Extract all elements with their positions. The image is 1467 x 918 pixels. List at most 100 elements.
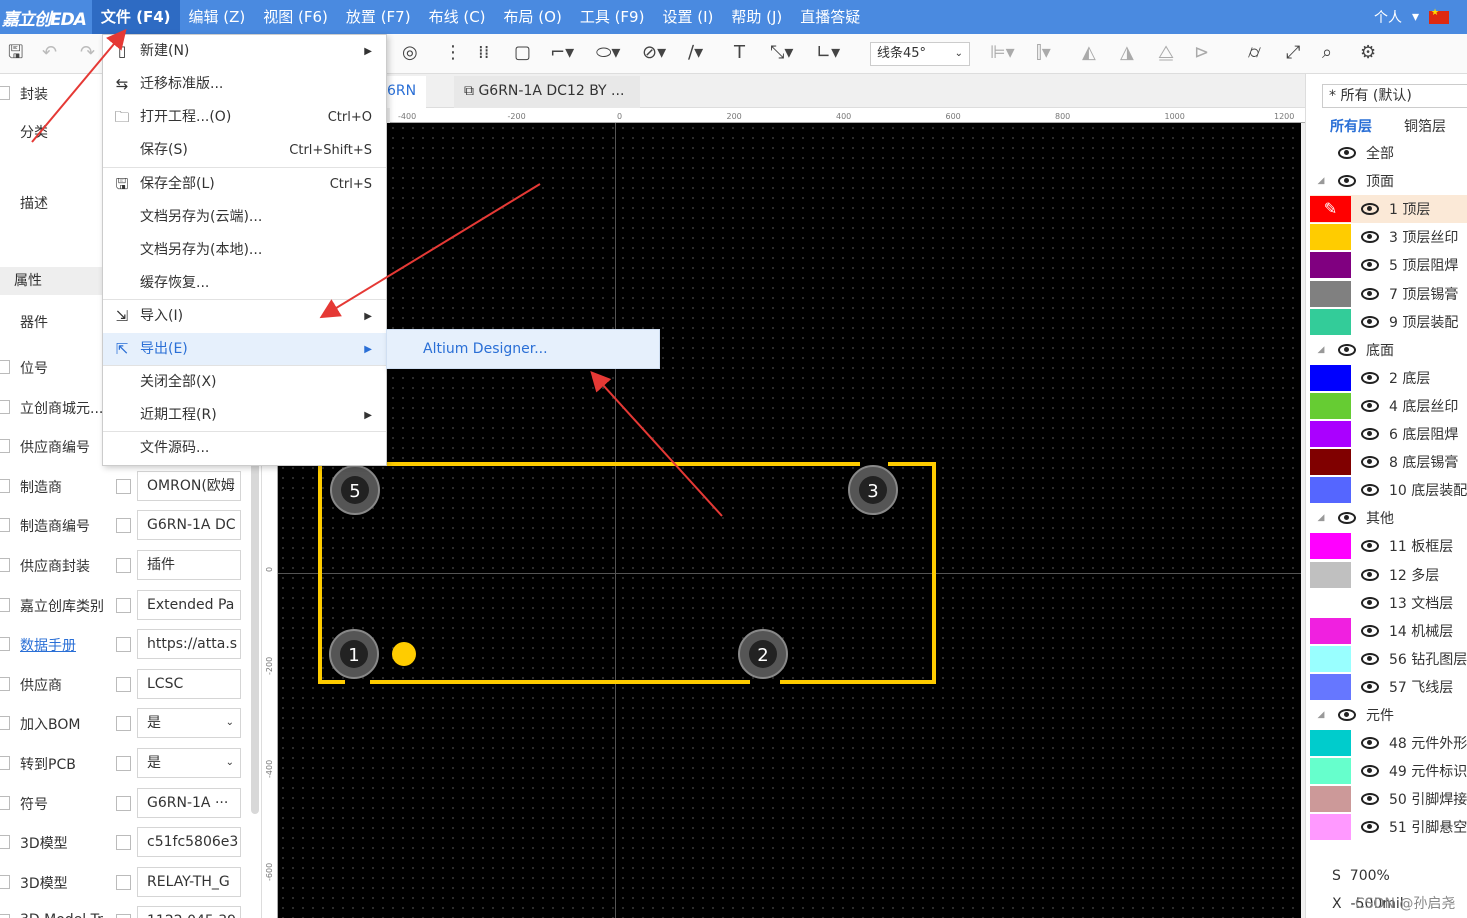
pad[interactable]: 1 <box>329 629 379 679</box>
layer-row[interactable]: 6 底层阻焊 <box>1310 420 1467 448</box>
collapse-triangle-icon[interactable]: ◢ <box>1310 176 1332 186</box>
layer-color-swatch[interactable] <box>1310 673 1351 700</box>
layer-color-swatch[interactable] <box>1310 224 1351 251</box>
tab-copper-layers[interactable]: 铜箔层 <box>1404 116 1446 136</box>
file-menu-item[interactable]: 🖫 保存全部(L) Ctrl+S <box>103 168 386 201</box>
eye-icon[interactable] <box>1361 231 1379 244</box>
layer-group[interactable]: ◢ 元件 <box>1310 701 1467 729</box>
eye-icon[interactable] <box>1361 596 1379 609</box>
layer-color-swatch[interactable] <box>1310 758 1351 785</box>
file-menu-item[interactable]: 文件源码... <box>103 432 386 465</box>
layer-color-swatch[interactable]: ✎ <box>1310 196 1351 223</box>
layer-color-swatch[interactable] <box>1310 421 1351 447</box>
eye-icon[interactable] <box>1361 624 1379 637</box>
layer-row[interactable]: 7 顶层锡膏 <box>1310 280 1467 308</box>
eye-icon[interactable] <box>1361 793 1379 806</box>
layer-color-swatch[interactable] <box>1310 533 1351 560</box>
layer-color-swatch[interactable] <box>1310 561 1351 588</box>
file-menu-item[interactable]: 文档另存为(本地)... <box>103 234 386 267</box>
layer-color-swatch[interactable] <box>1310 645 1351 672</box>
file-menu-item[interactable]: 近期工程(R) ▶ <box>103 399 386 432</box>
pad[interactable]: 3 <box>848 465 898 515</box>
layer-color-swatch[interactable] <box>1310 617 1351 644</box>
file-menu-item[interactable]: ⇱ 导出(E) ▶ <box>103 333 386 366</box>
eye-icon[interactable] <box>1361 203 1379 216</box>
ruler-tick-label: -400 <box>398 112 416 121</box>
layer-row[interactable]: 51 引脚悬空 <box>1310 813 1467 841</box>
ruler-tick-label: -200 <box>265 657 274 675</box>
layer-row[interactable]: 5 顶层阻焊 <box>1310 251 1467 279</box>
layer-color-swatch[interactable] <box>1310 252 1351 279</box>
layer-row[interactable]: 4 底层丝印 <box>1310 392 1467 420</box>
export-altium-item[interactable]: Altium Designer... <box>423 341 548 357</box>
file-menu-item[interactable]: ▯ 新建(N) ▶ <box>103 35 386 68</box>
eye-icon[interactable] <box>1361 399 1379 412</box>
layer-group[interactable]: ◢ 顶面 <box>1310 167 1467 195</box>
layer-row[interactable]: 14 机械层 <box>1310 617 1467 645</box>
ruler-tick-label: 200 <box>727 112 742 121</box>
file-menu-item[interactable]: ⇆ 迁移标准版... <box>103 68 386 101</box>
layer-color-swatch[interactable] <box>1310 730 1351 757</box>
file-menu-item[interactable]: 缓存恢复... <box>103 267 386 300</box>
layer-color-swatch[interactable] <box>1310 477 1351 504</box>
layer-color-swatch[interactable] <box>1310 392 1351 419</box>
layer-row[interactable]: 57 飞线层 <box>1310 673 1467 701</box>
layer-row[interactable]: 48 元件外形 <box>1310 729 1467 757</box>
collapse-triangle-icon[interactable]: ◢ <box>1310 710 1332 720</box>
layer-row[interactable]: 3 顶层丝印 <box>1310 223 1467 251</box>
layer-row[interactable]: ✎ 1 顶层 <box>1310 195 1467 224</box>
layer-name: 57 飞线层 <box>1389 679 1454 696</box>
layer-row[interactable]: 13 文档层 <box>1310 589 1467 617</box>
layer-color-swatch[interactable] <box>1310 786 1351 813</box>
layer-color-swatch[interactable] <box>1310 308 1351 335</box>
layer-color-swatch[interactable] <box>1310 814 1351 841</box>
scale-readout: S 700% <box>1332 868 1390 884</box>
layer-row[interactable]: 49 元件标识 <box>1310 757 1467 785</box>
layer-row[interactable]: 8 底层锡膏 <box>1310 448 1467 476</box>
layer-color-swatch[interactable] <box>1310 449 1351 476</box>
eye-icon[interactable] <box>1361 315 1379 328</box>
eye-icon[interactable] <box>1361 259 1379 272</box>
file-menu-item[interactable]: 保存(S) Ctrl+Shift+S <box>103 134 386 167</box>
eye-icon[interactable] <box>1361 680 1379 693</box>
eye-icon[interactable] <box>1361 287 1379 300</box>
layer-color-swatch[interactable] <box>1310 589 1351 616</box>
eye-icon[interactable] <box>1361 428 1379 440</box>
layer-row[interactable]: 9 顶层装配 <box>1310 308 1467 336</box>
collapse-triangle-icon[interactable]: ◢ <box>1310 345 1332 355</box>
tab-all-layers[interactable]: 所有层 <box>1330 116 1372 136</box>
eye-icon[interactable] <box>1361 371 1379 384</box>
layer-color-swatch[interactable] <box>1310 364 1351 391</box>
eye-icon[interactable] <box>1361 484 1379 497</box>
layer-color-swatch[interactable] <box>1310 280 1351 307</box>
eye-icon[interactable] <box>1361 456 1379 469</box>
file-menu-item[interactable]: 🗀 打开工程...(O) Ctrl+O <box>103 101 386 134</box>
eye-icon[interactable] <box>1338 175 1356 188</box>
layer-group[interactable]: ◢ 底面 <box>1310 336 1467 364</box>
collapse-triangle-icon[interactable]: ◢ <box>1310 513 1332 523</box>
file-menu-item[interactable]: ⇲ 导入(I) ▶ <box>103 300 386 333</box>
pad[interactable]: 2 <box>738 629 788 679</box>
eye-icon[interactable] <box>1361 737 1379 750</box>
eye-icon[interactable] <box>1361 821 1379 834</box>
layer-row[interactable]: 56 钻孔图层 <box>1310 645 1467 673</box>
eye-icon[interactable] <box>1338 343 1356 356</box>
layer-row[interactable]: 12 多层 <box>1310 561 1467 589</box>
eye-icon[interactable] <box>1361 765 1379 778</box>
eye-icon[interactable] <box>1338 147 1356 159</box>
layer-group[interactable]: 全部 <box>1310 139 1467 167</box>
eye-icon[interactable] <box>1338 709 1356 721</box>
eye-icon[interactable] <box>1361 652 1379 665</box>
layer-group[interactable]: ◢ 其他 <box>1310 504 1467 532</box>
eye-icon[interactable] <box>1361 568 1379 581</box>
eye-icon[interactable] <box>1361 540 1379 553</box>
layer-row[interactable]: 10 底层装配 <box>1310 476 1467 504</box>
file-menu-item[interactable]: 文档另存为(云端)... <box>103 201 386 234</box>
file-menu-item[interactable]: 关闭全部(X) <box>103 366 386 399</box>
layer-row[interactable]: 50 引脚焊接 <box>1310 785 1467 813</box>
layer-filter-select[interactable]: * 所有 (默认) <box>1322 84 1467 108</box>
layer-row[interactable]: 2 底层 <box>1310 364 1467 392</box>
eye-icon[interactable] <box>1338 512 1356 525</box>
pad[interactable]: 5 <box>330 465 380 515</box>
layer-row[interactable]: 11 板框层 <box>1310 532 1467 560</box>
